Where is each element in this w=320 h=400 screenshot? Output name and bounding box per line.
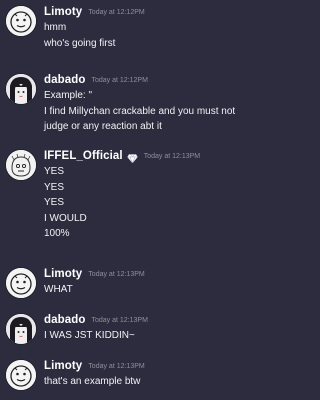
username[interactable]: dabado [44,314,86,326]
message-text: I find Millychan crackable and you must … [44,105,236,117]
message-timestamp: Today at 12:12PM [91,76,148,84]
user-avatar-limoty[interactable] [6,360,36,390]
username[interactable]: Limoty [44,6,82,18]
user-avatar-limoty[interactable] [6,6,36,36]
message-text: WHAT [44,284,73,295]
message-text: that's an example btw [44,376,141,387]
anime-character-avatar-icon [6,74,36,104]
user-avatar-limoty[interactable] [6,268,36,298]
message-timestamp: Today at 12:13PM [88,362,145,370]
anime-character-avatar-icon [6,314,36,344]
message-text: YES [44,166,65,177]
doodle-face-avatar-icon [6,268,36,298]
message-timestamp: Today at 12:13PM [88,270,145,278]
sketch-face-avatar-icon [6,150,36,180]
message-timestamp: Today at 12:13PM [143,152,201,160]
message-text: 100% [44,228,70,239]
message-text: I WOULD [44,212,87,224]
message-text: judge or any reaction abt it [44,121,162,132]
message-timestamp: Today at 12:13PM [91,316,148,324]
chat-message-list: Limoty Today at 12:12PM hmm who's going … [0,0,286,400]
username[interactable]: Limoty [44,268,82,280]
message-text: YES [44,181,65,193]
username[interactable]: Limoty [44,360,82,372]
message-text: I WAS JST KIDDIN~ [44,330,135,341]
user-avatar-iffel-official[interactable] [6,150,36,180]
message-text: Example: " [44,90,93,101]
message-timestamp: Today at 12:12PM [88,8,145,16]
message-text: who's going first [44,37,116,49]
username[interactable]: dabado [44,74,86,86]
doodle-face-avatar-icon [6,6,36,36]
message-text: YES [44,197,65,208]
user-avatar-dabado[interactable] [6,314,36,344]
doodle-face-avatar-icon [6,360,36,390]
username[interactable]: IFFEL_Official [44,150,123,162]
gem-badge-icon[interactable] [126,151,138,164]
message-text: hmm [44,22,67,33]
user-avatar-dabado[interactable] [6,74,36,104]
